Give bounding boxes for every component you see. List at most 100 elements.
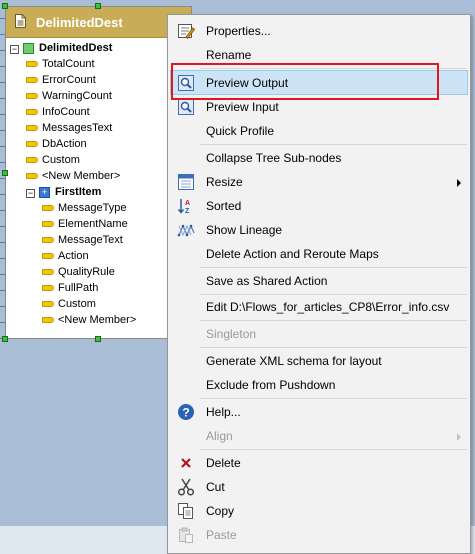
record-icon [23,42,34,54]
tree-field-row[interactable]: ErrorCount [26,72,96,88]
tree-field-row[interactable]: MessageType [42,200,126,216]
resize-handle[interactable] [95,336,101,342]
tree-field-row[interactable]: InfoCount [26,104,90,120]
menu-item-quick-profile[interactable]: Quick Profile [170,120,468,142]
field-icon [42,237,54,244]
menu-label: Properties... [206,24,271,38]
resize-handle[interactable] [2,336,8,342]
field-icon [26,157,38,164]
menu-item-generate-xml-schema[interactable]: Generate XML schema for layout [170,350,468,372]
tree-field-label: DbAction [42,138,87,150]
menu-label: Show Lineage [206,223,283,237]
menu-item-save-shared-action[interactable]: Save as Shared Action [170,270,468,292]
submenu-arrow-icon [457,179,461,187]
menu-label: Collapse Tree Sub-nodes [206,151,342,165]
tree-field-row[interactable]: MessageText [42,232,123,248]
field-icon [26,125,38,132]
tree-field-label: Custom [42,154,80,166]
menu-label: Preview Input [206,100,279,114]
field-icon [26,109,38,116]
tree-field-label: <New Member> [58,314,137,326]
menu-label: Delete Action and Reroute Maps [206,247,379,261]
menu-item-properties[interactable]: Properties... [170,20,468,42]
tree-field-label: Action [58,250,89,262]
field-icon [42,269,54,276]
submenu-arrow-icon [457,433,461,441]
tree-field-label: TotalCount [42,58,95,70]
tree-field-label: Custom [58,298,96,310]
field-icon [42,253,54,260]
menu-label: Delete [206,456,241,470]
scissors-icon [177,478,195,496]
menu-separator [200,144,467,145]
tree-field-label: MessagesText [42,122,113,134]
menu-item-show-lineage[interactable]: Show Lineage [170,219,468,241]
tree-field-row[interactable]: Custom [26,152,80,168]
highlight-annotation-box [171,63,439,100]
menu-label: Sorted [206,199,242,213]
menu-item-help[interactable]: ? Help... [170,401,468,423]
menu-label: Singleton [206,327,257,341]
sort-az-icon: A Z [177,199,190,215]
tree-root-label: DelimitedDest [39,42,113,54]
tree-field-label: MessageText [58,234,123,246]
field-icon [42,317,54,324]
menu-item-collapse-tree[interactable]: Collapse Tree Sub-nodes [170,147,468,169]
tree-field-row[interactable]: Custom [42,296,96,312]
field-icon [42,221,54,228]
menu-label: Rename [206,48,252,62]
tree-field-row[interactable]: FullPath [42,280,98,296]
tree-field-row[interactable]: WarningCount [26,88,112,104]
tree-field-row[interactable]: ElementName [42,216,128,232]
node-title: DelimitedDest [36,15,123,30]
tree-subnode-row[interactable]: − + FirstItem [26,184,101,200]
menu-item-resize[interactable]: Resize [170,171,468,193]
tree-root-row[interactable]: − DelimitedDest [10,40,112,56]
tree-field-row[interactable]: DbAction [26,136,87,152]
tree-field-row[interactable]: MessagesText [26,120,112,136]
menu-label: Align [206,429,233,443]
tree-field-row[interactable]: TotalCount [26,56,95,72]
tree-field-label: QualityRule [58,266,115,278]
menu-label: Exclude from Pushdown [206,378,336,392]
menu-label: Edit D:\Flows_for_articles_CP8\Error_inf… [206,300,450,314]
svg-text:?: ? [182,406,189,420]
delete-x-icon [181,458,191,468]
field-icon [26,61,38,68]
tree-field-row[interactable]: <New Member> [42,312,136,328]
menu-item-copy[interactable]: Copy [170,500,468,522]
collapse-icon[interactable]: − [26,189,35,198]
field-icon [26,93,38,100]
tree-field-row[interactable]: Action [42,248,89,264]
menu-item-sorted[interactable]: A Z Sorted [170,195,468,217]
svg-text:Z: Z [185,208,190,215]
node-header[interactable]: DelimitedDest [6,7,191,38]
menu-label: Copy [206,504,235,518]
menu-label: Help... [206,405,241,419]
menu-item-exclude-pushdown[interactable]: Exclude from Pushdown [170,374,468,396]
tree-field-row[interactable]: <New Member> [26,168,120,184]
paste-icon [179,527,193,543]
menu-item-cut[interactable]: Cut [170,476,468,498]
menu-item-delete-action-reroute[interactable]: Delete Action and Reroute Maps [170,243,468,265]
menu-label: Generate XML schema for layout [206,354,382,368]
tree-field-label: ErrorCount [42,74,96,86]
menu-separator [200,267,467,268]
tree-field-label: FullPath [58,282,99,294]
field-icon [42,301,54,308]
tree-field-label: <New Member> [42,170,121,182]
menu-label: Resize [206,175,243,189]
delimited-dest-node[interactable]: DelimitedDest − DelimitedDest TotalCount … [5,6,192,339]
menu-separator [200,449,467,450]
resize-handle[interactable] [2,3,8,9]
field-icon [26,173,38,180]
collapse-icon[interactable]: − [10,45,19,54]
tree-field-label: WarningCount [42,90,112,102]
menu-label: Paste [206,528,237,542]
tree-field-row[interactable]: QualityRule [42,264,115,280]
menu-item-edit-file[interactable]: Edit D:\Flows_for_articles_CP8\Error_inf… [170,296,468,318]
menu-label: Save as Shared Action [206,274,328,288]
resize-handle[interactable] [95,3,101,9]
resize-handle[interactable] [2,170,8,176]
menu-item-delete[interactable]: Delete [170,452,468,474]
